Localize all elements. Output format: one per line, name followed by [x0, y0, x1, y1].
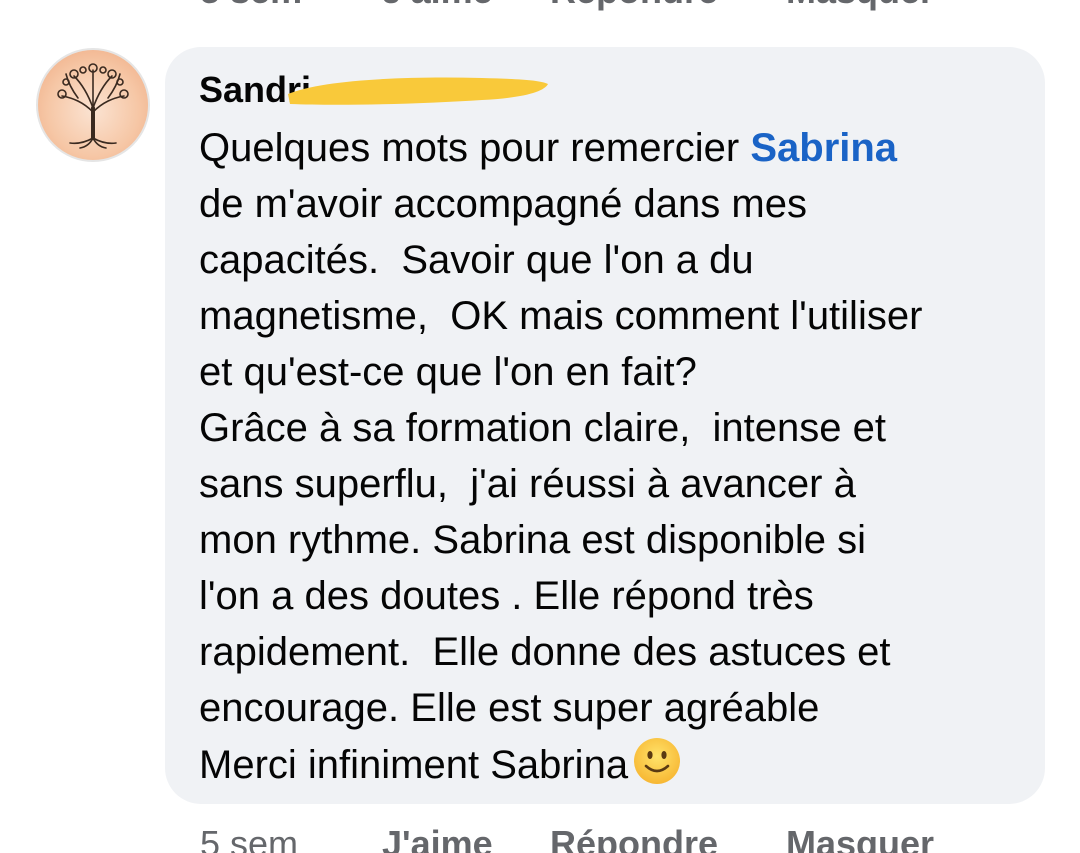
like-button[interactable]: J'aime — [382, 822, 550, 853]
slightly-smiling-face-icon — [634, 738, 681, 784]
comment-line: Grâce à sa formation claire, intense et — [199, 406, 886, 450]
previous-reply-button[interactable]: Répondre — [550, 0, 786, 12]
comment-line: Merci infiniment Sabrina — [199, 736, 1039, 792]
comment-line: rapidement. Elle donne des astuces et — [199, 630, 891, 674]
comment-line: magnetisme, OK mais comment l'utiliser — [199, 294, 923, 338]
comment-body: Quelques mots pour remercier Sabrina de … — [199, 120, 1039, 792]
comment-time[interactable]: 5 sem — [200, 822, 382, 853]
previous-hide-button[interactable]: Masquer — [786, 0, 934, 12]
comment-line: encourage. Elle est super agréable — [199, 686, 820, 730]
comment-line: Quelques mots pour remercier Sabrina — [199, 126, 898, 170]
comment-line: mon rythme. Sabrina est disponible si — [199, 518, 866, 562]
previous-like-button[interactable]: J'aime — [382, 0, 550, 12]
reply-button[interactable]: Répondre — [550, 822, 786, 853]
name-redaction-marker — [288, 77, 548, 105]
comment-line: sans superflu, j'ai réussi à avancer à — [199, 462, 856, 506]
comment-line: capacités. Savoir que l'on a du — [199, 238, 754, 282]
tree-of-life-icon — [57, 63, 129, 149]
avatar[interactable] — [36, 48, 150, 162]
comment-line: l'on a des doutes . Elle répond très — [199, 574, 814, 618]
comment-thread: 5 sem J'aime Répondre Masquer — [0, 0, 1080, 853]
previous-comment-time: 5 sem — [200, 0, 382, 12]
comment-actions: 5 sem J'aime Répondre Masquer — [200, 822, 934, 853]
comment-line: et qu'est-ce que l'on en fait? — [199, 350, 697, 394]
hide-button[interactable]: Masquer — [786, 822, 934, 853]
mention-link[interactable]: Sabrina — [750, 126, 897, 170]
previous-comment-actions: 5 sem J'aime Répondre Masquer — [200, 0, 934, 12]
comment-line: de m'avoir accompagné dans mes — [199, 182, 807, 226]
